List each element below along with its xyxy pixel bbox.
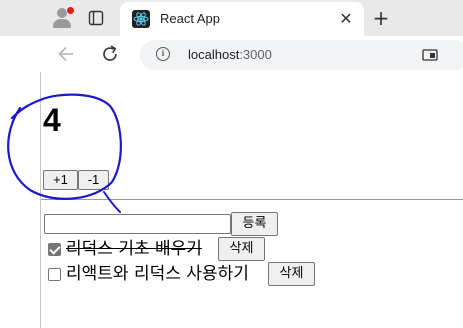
new-tab-button[interactable]: +: [372, 8, 390, 28]
todo-input[interactable]: [44, 214, 231, 234]
cast-icon[interactable]: [422, 49, 438, 61]
increment-button[interactable]: +1: [43, 170, 78, 190]
close-tab-icon[interactable]: ✕: [338, 11, 354, 27]
site-info-icon[interactable]: i: [156, 47, 170, 61]
todo-checkbox[interactable]: [48, 268, 61, 281]
todo-text: 리덕스 기초 배우기: [66, 239, 202, 259]
browser-titlebar: React App ✕ +: [0, 0, 463, 36]
url-port: :3000: [239, 47, 272, 62]
browser-toolbar: i localhost:3000: [0, 36, 463, 72]
counter-value: 4: [43, 102, 61, 138]
notification-dot: [66, 6, 75, 15]
tab-actions-icon[interactable]: [88, 10, 104, 26]
decrement-button[interactable]: -1: [78, 170, 109, 190]
reload-icon[interactable]: [100, 44, 120, 64]
page-viewport: 4 +1 -1 등록 리덕스 기초 배우기 삭제 리액트와 리덕스 사용하기 삭…: [40, 72, 463, 328]
submit-button[interactable]: 등록: [231, 212, 278, 236]
browser-tab-active[interactable]: React App ✕: [120, 2, 364, 36]
todo-text: 리액트와 리덕스 사용하기: [66, 264, 249, 284]
delete-button[interactable]: 삭제: [218, 237, 265, 261]
divider: [41, 199, 463, 200]
todo-item: 리액트와 리덕스 사용하기 삭제: [44, 262, 329, 286]
react-favicon-icon: [132, 10, 150, 28]
todo-item: 리덕스 기초 배우기 삭제: [44, 237, 274, 261]
profile-avatar-icon[interactable]: [50, 6, 75, 30]
todo-checkbox[interactable]: [48, 243, 61, 256]
url-host: localhost: [188, 47, 240, 62]
address-bar[interactable]: i localhost:3000: [140, 40, 463, 70]
delete-button[interactable]: 삭제: [268, 262, 315, 286]
back-arrow-icon[interactable]: [56, 44, 76, 64]
url-text: localhost:3000: [188, 47, 272, 62]
tab-title: React App: [160, 11, 220, 26]
